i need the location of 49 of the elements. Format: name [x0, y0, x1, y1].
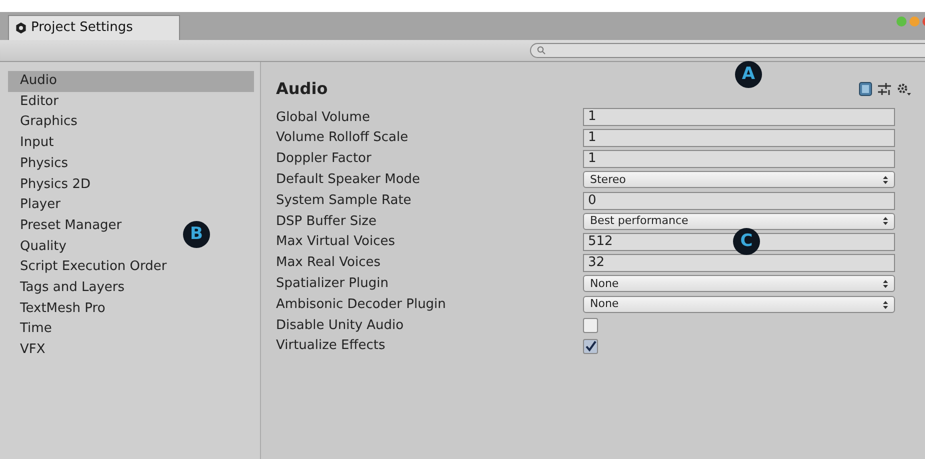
input-field[interactable]: 1: [583, 150, 895, 168]
field-label: DSP Buffer Size: [276, 212, 378, 231]
sidebar-item[interactable]: Physics: [8, 154, 72, 174]
section-title: Audio: [276, 78, 328, 100]
sidebar-item[interactable]: Graphics: [8, 112, 82, 134]
field-label: Virtualize Effects: [276, 337, 386, 356]
sidebar-item[interactable]: Input: [8, 133, 58, 154]
updown-icon: [883, 217, 888, 226]
sliders-icon[interactable]: [878, 82, 891, 96]
sidebar-item[interactable]: Player: [8, 195, 64, 216]
sidebar-item[interactable]: Time: [8, 319, 56, 340]
updown-icon: [883, 300, 888, 309]
dropdown[interactable]: Best performance: [583, 212, 895, 230]
field-label: Volume Rolloff Scale: [276, 129, 410, 148]
sidebar-item[interactable]: TextMesh Pro: [8, 298, 110, 320]
field-label: Max Virtual Voices: [276, 233, 396, 252]
updown-icon: [883, 176, 888, 184]
sidebar-item[interactable]: Script Execution Order: [8, 257, 171, 278]
field-label: Max Real Voices: [276, 254, 382, 272]
field-label: Spatializer Plugin: [276, 275, 390, 294]
sidebar-item[interactable]: Editor: [8, 92, 62, 112]
field-label: Global Volume: [276, 108, 371, 127]
field-label: Default Speaker Mode: [276, 171, 422, 190]
sidebar-item[interactable]: Preset Manager: [8, 216, 126, 237]
search-icon: [537, 46, 546, 55]
field-label: Ambisonic Decoder Plugin: [276, 296, 447, 314]
search-field[interactable]: [530, 43, 925, 58]
sidebar-item[interactable]: Physics 2D: [8, 174, 94, 196]
sidebar-item[interactable]: Audio: [8, 71, 254, 92]
dropdown[interactable]: None: [583, 275, 895, 292]
field-label: Disable Unity Audio: [276, 316, 405, 335]
updown-icon: [883, 280, 888, 288]
input-field[interactable]: 1: [583, 129, 895, 148]
settings-icon[interactable]: [897, 82, 911, 96]
sidebar-item[interactable]: Quality: [8, 236, 70, 258]
dropdown[interactable]: Stereo: [583, 171, 895, 188]
checkbox[interactable]: [583, 338, 598, 354]
gear-icon: [15, 22, 27, 34]
input-field[interactable]: 0: [583, 192, 895, 210]
checkbox[interactable]: [583, 318, 598, 333]
dropdown[interactable]: None: [583, 296, 895, 314]
field-label: System Sample Rate: [276, 192, 412, 210]
input-field[interactable]: 1: [583, 108, 895, 126]
tab-title: Project Settings: [31, 19, 133, 38]
input-field[interactable]: 32: [583, 254, 895, 272]
field-label: Doppler Factor: [276, 150, 372, 168]
sidebar-item[interactable]: VFX: [8, 340, 50, 361]
sidebar-item[interactable]: Tags and Layers: [8, 278, 129, 299]
window-tab[interactable]: Project Settings: [8, 15, 180, 40]
